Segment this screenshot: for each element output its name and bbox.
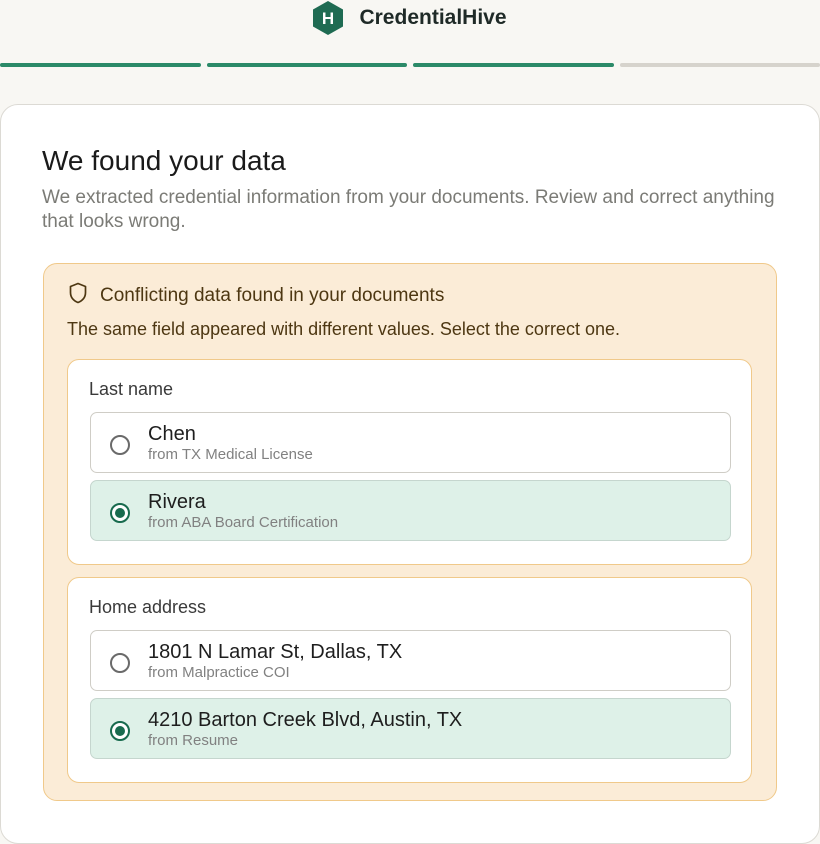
page-title: We found your data [42,145,286,177]
radio-button[interactable] [110,653,130,673]
option-source: from TX Medical License [148,446,313,463]
option-value: Chen [148,423,196,446]
field-last-name: Last name Chen from TX Medical License R… [67,359,752,565]
option-value: Rivera [148,491,206,514]
radio-button-selected[interactable] [110,503,130,523]
option-last-name-chen[interactable]: Chen from TX Medical License [90,412,731,473]
conflict-alert-header: Conflicting data found in your documents [68,282,444,309]
option-last-name-rivera[interactable]: Rivera from ABA Board Certification [90,480,731,541]
field-label: Home address [89,597,206,618]
radio-button-selected[interactable] [110,721,130,741]
radio-button[interactable] [110,435,130,455]
page-subtitle: We extracted credential information from… [42,186,782,234]
conflict-alert-title: Conflicting data found in your documents [100,285,444,307]
option-source: from ABA Board Certification [148,514,338,531]
progress-step-3 [413,63,614,67]
conflict-alert-description: The same field appeared with different v… [67,319,620,340]
app-header: H CredentialHive [0,0,820,40]
option-value: 1801 N Lamar St, Dallas, TX [148,641,402,664]
option-address-austin[interactable]: 4210 Barton Creek Blvd, Austin, TX from … [90,698,731,759]
shield-icon [68,282,88,309]
option-value: 4210 Barton Creek Blvd, Austin, TX [148,709,462,732]
progress-step-4 [620,63,820,67]
option-address-dallas[interactable]: 1801 N Lamar St, Dallas, TX from Malprac… [90,630,731,691]
step-progress [0,63,820,68]
option-source: from Resume [148,732,238,749]
logo-letter: H [322,9,334,28]
field-home-address: Home address 1801 N Lamar St, Dallas, TX… [67,577,752,783]
hexagon-logo-icon: H [311,0,345,36]
brand-logo[interactable]: H CredentialHive [311,0,506,36]
progress-step-1 [0,63,201,67]
brand-name: CredentialHive [359,6,506,30]
field-label: Last name [89,379,173,400]
option-source: from Malpractice COI [148,664,290,681]
progress-step-2 [207,63,408,67]
